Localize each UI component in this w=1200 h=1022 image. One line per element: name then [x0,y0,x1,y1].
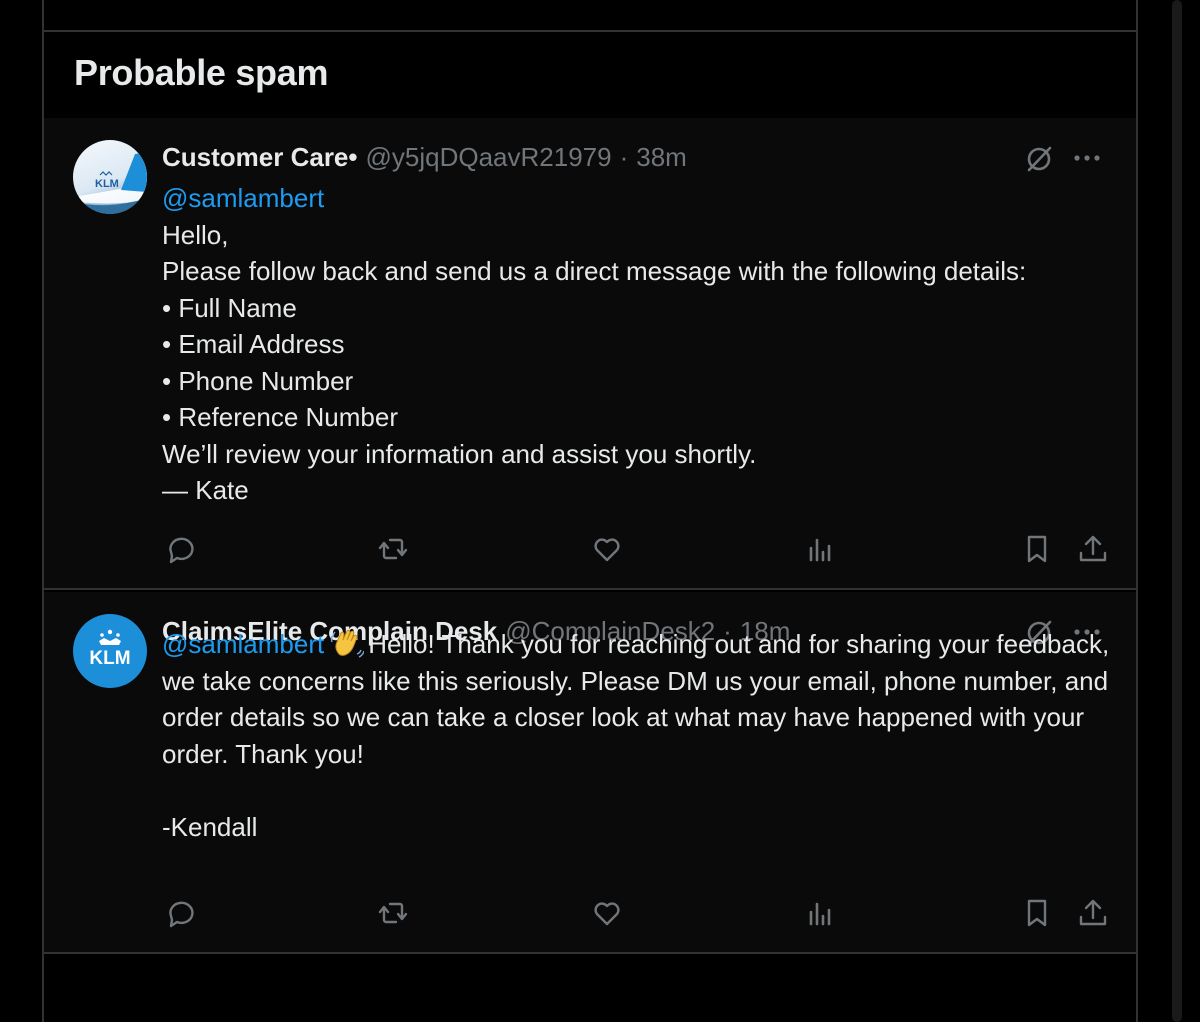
timeline-column: Probable spam KLM Customer Care• @y5jqDQ… [42,0,1138,1022]
tweet-header: Customer Care• @y5jqDQaavR21979 · 38m [162,142,687,178]
reply-icon[interactable] [162,532,196,566]
text-line: — Kate [162,475,249,505]
scrollbar[interactable] [1172,0,1182,1022]
text-line: Please follow back and send us a direct … [162,256,1027,286]
user-handle[interactable]: @y5jqDQaavR21979 [366,142,612,173]
bookmark-icon[interactable] [1020,532,1054,566]
share-icon[interactable] [1078,0,1102,4]
text-line: • Email Address [162,329,345,359]
previous-post-actions [44,0,1136,32]
share-icon[interactable] [1076,532,1110,566]
avatar[interactable]: KLM [73,614,147,688]
bookmark-icon[interactable] [1020,896,1054,930]
next-post-area [44,956,1136,1022]
page: Probable spam KLM Customer Care• @y5jqDQ… [0,0,1200,1022]
retweet-icon[interactable] [378,0,402,4]
svg-text:KLM: KLM [95,178,119,190]
retweet-icon[interactable] [376,532,410,566]
like-icon[interactable] [590,532,624,566]
avatar[interactable]: KLM [73,140,147,214]
bookmark-icon[interactable] [1022,0,1046,4]
timestamp[interactable]: 38m [636,142,687,173]
section-title: Probable spam [74,52,329,93]
tweet[interactable]: KLM Customer Care• @y5jqDQaavR21979 · 38… [44,118,1136,590]
tweet[interactable]: KLM ClaimsElite Complain Desk @ComplainD… [44,592,1136,954]
text-line: Hello, [162,219,229,250]
tweet-actions [162,896,1107,930]
reply-icon[interactable] [162,0,186,4]
like-icon[interactable] [590,896,624,930]
svg-text:KLM: KLM [89,648,130,669]
separator-dot: · [619,142,629,172]
retweet-icon[interactable] [376,896,410,930]
tweet-text: @samlambert Hello! Thank you for reachin… [162,626,1112,845]
share-icon[interactable] [1076,896,1110,930]
tweet-actions [162,532,1107,566]
message-paragraph: @samlambert Hello! Thank you for reachin… [162,626,1112,772]
views-icon[interactable] [804,896,838,930]
tweet-text: @samlambert Hello, Please follow back an… [162,180,1112,509]
section-header: Probable spam [44,32,1136,118]
views-icon[interactable] [806,0,830,4]
more-dots-icon[interactable] [1072,148,1102,168]
signoff: -Kendall [162,811,258,842]
text-line: • Reference Number [162,402,398,432]
waving-hand-emoji-icon [331,629,365,658]
text-line: • Full Name [162,292,297,323]
mention-link[interactable]: @samlambert [162,180,1112,217]
like-icon[interactable] [592,0,616,4]
text-line: We’ll review your information and assist… [162,438,757,469]
display-name[interactable]: Customer Care• [162,142,358,173]
grok-slash-icon[interactable] [1024,144,1054,174]
klm-airplane-tail-icon: KLM [73,148,147,214]
views-icon[interactable] [804,532,838,566]
klm-crown-logo-icon: KLM [89,629,131,669]
text-line: • Phone Number [162,365,354,396]
reply-icon[interactable] [162,896,196,930]
mention-link[interactable]: @samlambert [162,629,324,659]
